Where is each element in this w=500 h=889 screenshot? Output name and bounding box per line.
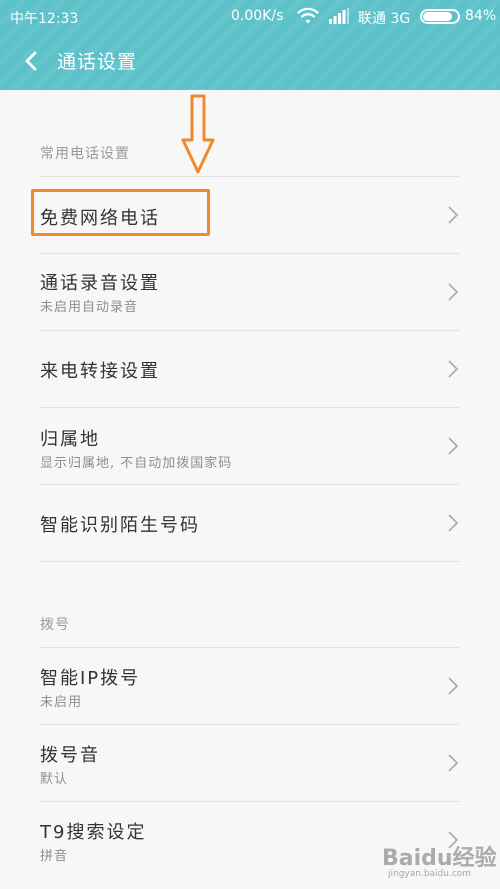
chevron-right-icon (446, 281, 460, 303)
item-title: 智能识别陌生号码 (40, 515, 200, 536)
settings-item-call-forwarding[interactable]: 来电转接设置 (40, 331, 460, 407)
item-subtitle: 默认 (40, 772, 69, 787)
chevron-right-icon (446, 435, 460, 457)
wifi-icon (296, 7, 320, 29)
title-bar: 通话设置 (0, 33, 500, 90)
network-speed: 0.00K/s (231, 8, 284, 24)
watermark-text: Baidu经验 (382, 846, 497, 871)
settings-item-smart-identify[interactable]: 智能识别陌生号码 (40, 485, 460, 561)
status-bar: 中午12:33 0.00K/s 联通 3G 84% (0, 0, 500, 33)
divider (40, 561, 460, 562)
item-title: 智能IP拨号 (40, 668, 141, 689)
back-arrow-icon[interactable] (18, 47, 46, 75)
page-title: 通话设置 (57, 51, 138, 73)
item-subtitle: 未启用自动录音 (40, 300, 139, 315)
carrier-label: 联通 3G (358, 11, 411, 27)
chevron-right-icon (446, 358, 460, 380)
item-title: 归属地 (40, 429, 100, 450)
down-arrow-annotation-icon (180, 94, 216, 176)
section-label-dialing: 拨号 (40, 617, 70, 633)
settings-item-dial-tone[interactable]: 拨号音 默认 (40, 725, 460, 801)
item-title: 来电转接设置 (40, 361, 160, 382)
chevron-right-icon (446, 204, 460, 226)
watermark-url: jingyan.baidu.com (388, 869, 472, 879)
item-subtitle: 显示归属地, 不自动加拨国家码 (40, 456, 233, 471)
chevron-right-icon (446, 512, 460, 534)
highlight-box (31, 189, 210, 236)
status-time: 中午12:33 (10, 11, 79, 27)
item-subtitle: 未启用 (40, 695, 83, 710)
item-subtitle: 拼音 (40, 849, 69, 864)
battery-percent: 84% (465, 8, 497, 24)
settings-item-smart-ip-dial[interactable]: 智能IP拨号 未启用 (40, 648, 460, 724)
chevron-right-icon (446, 752, 460, 774)
app-header: 中午12:33 0.00K/s 联通 3G 84% 通话设置 (0, 0, 500, 90)
signal-icon (329, 8, 349, 28)
chevron-right-icon (446, 675, 460, 697)
battery-fill (423, 12, 452, 21)
item-title: 拨号音 (40, 745, 100, 766)
battery-icon (420, 9, 460, 24)
section-label-common: 常用电话设置 (40, 146, 130, 162)
item-title: T9搜索设定 (40, 822, 147, 843)
settings-item-caller-location[interactable]: 归属地 显示归属地, 不自动加拨国家码 (40, 408, 460, 484)
item-title: 通话录音设置 (40, 273, 160, 294)
baidu-watermark: Baidu经验 jingyan.baidu.com (382, 834, 497, 886)
settings-item-call-recording[interactable]: 通话录音设置 未启用自动录音 (40, 254, 460, 330)
